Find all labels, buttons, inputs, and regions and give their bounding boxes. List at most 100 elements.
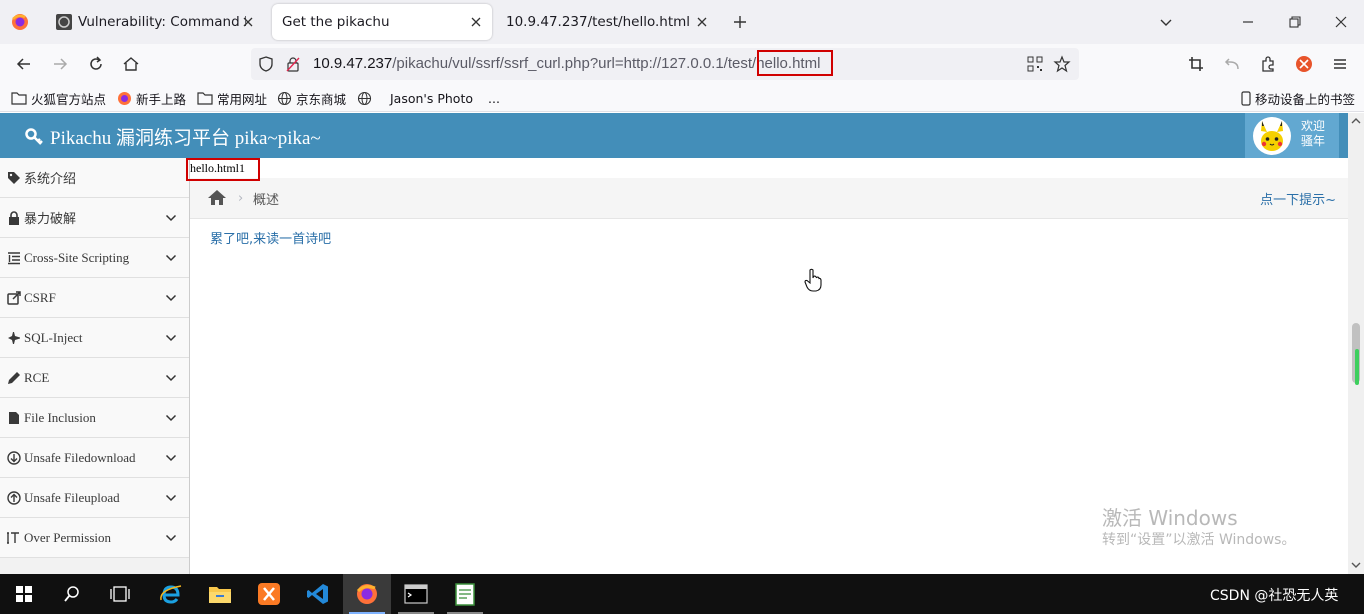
notepad-icon[interactable]: [441, 574, 489, 614]
globe-icon: [357, 91, 372, 106]
forward-button[interactable]: [48, 52, 72, 76]
url-bar[interactable]: 10.9.47.237/pikachu/vul/ssrf/ssrf_curl.p…: [251, 48, 1079, 80]
close-icon[interactable]: [240, 14, 256, 30]
insecure-lock-icon[interactable]: [285, 56, 301, 72]
sidebar-item-label: File Inclusion: [24, 409, 96, 425]
bookmark-jd[interactable]: 京东商城: [277, 89, 346, 107]
breadcrumb-current: 概述: [253, 193, 280, 208]
ie-icon[interactable]: [147, 574, 195, 614]
chevron-down-icon[interactable]: [165, 372, 177, 384]
chevron-down-icon[interactable]: [165, 252, 177, 264]
search-icon[interactable]: [48, 574, 96, 614]
tab-title: 10.9.47.237/test/hello.html: [506, 14, 691, 30]
welcome-line-2: 骚年: [1301, 134, 1326, 148]
restore-button[interactable]: [1287, 14, 1303, 30]
undo-arrow-icon[interactable]: [1220, 52, 1244, 76]
bookmark-star-icon[interactable]: [1053, 55, 1071, 73]
chevron-down-icon[interactable]: [165, 412, 177, 424]
screenshot-crop-icon[interactable]: [1184, 52, 1208, 76]
sidebar-item[interactable]: File Inclusion: [0, 398, 189, 438]
home-button[interactable]: [119, 52, 143, 76]
file-explorer-icon[interactable]: [196, 574, 244, 614]
sidebar-item[interactable]: Cross-Site Scripting: [0, 238, 189, 278]
bookmarks-toolbar: 火狐官方站点 新手上路 常用网址 京东商城 Jason's Photo ... …: [0, 84, 1364, 112]
chevron-down-icon[interactable]: [165, 332, 177, 344]
user-menu[interactable]: 欢迎 骚年: [1245, 113, 1339, 158]
hamburger-menu-icon[interactable]: [1328, 52, 1352, 76]
sidebar-item[interactable]: Unsafe Filedownload: [0, 438, 189, 478]
hint-link[interactable]: 点一下提示~: [1260, 189, 1336, 208]
site-title[interactable]: Pikachu 漏洞练习平台 pika~pika~: [24, 123, 321, 150]
reload-button[interactable]: [84, 52, 108, 76]
folder-icon: [197, 91, 213, 105]
bookmark-mobile[interactable]: 移动设备上的书签: [1241, 89, 1355, 107]
breadcrumb: › 概述 点一下提示~: [190, 178, 1348, 219]
sidebar-item[interactable]: 系统介绍: [0, 158, 189, 198]
file-icon: [7, 411, 21, 425]
windows-taskbar: CSDN @社恐无人英: [0, 574, 1364, 614]
tab-pikachu[interactable]: Get the pikachu: [272, 4, 492, 40]
bookmark-jasons-photo[interactable]: Jason's Photo: [357, 89, 473, 107]
bookmark-label: ...: [488, 90, 500, 106]
tab-dvwa[interactable]: Vulnerability: Command Inje: [46, 4, 264, 40]
sidebar-item[interactable]: Over Permission: [0, 518, 189, 558]
poem-link[interactable]: 累了吧,来读一首诗吧: [210, 228, 331, 247]
extensions-icon[interactable]: [1256, 52, 1280, 76]
green-progress-indicator: [1355, 349, 1359, 385]
text-height-icon: [7, 531, 21, 545]
start-icon[interactable]: [0, 574, 48, 614]
list-icon: [7, 251, 21, 265]
terminal-icon[interactable]: [392, 574, 440, 614]
sidebar-item[interactable]: CSRF: [0, 278, 189, 318]
chevron-down-icon[interactable]: [165, 212, 177, 224]
sidebar-item[interactable]: RCE: [0, 358, 189, 398]
bookmark-label: 京东商城: [296, 91, 347, 107]
chevron-down-icon[interactable]: [165, 532, 177, 544]
sidebar-item[interactable]: SQL-Inject: [0, 318, 189, 358]
bookmark-overflow[interactable]: ...: [488, 89, 500, 107]
close-icon[interactable]: [468, 14, 484, 30]
firefox-menu-icon[interactable]: [10, 12, 30, 32]
folder-icon: [11, 91, 27, 105]
shield-icon[interactable]: [258, 56, 274, 72]
activate-windows-title: 激活 Windows: [1102, 506, 1238, 530]
sidebar-item[interactable]: 暴力破解: [0, 198, 189, 238]
bookmark-folder-common[interactable]: 常用网址: [197, 89, 267, 107]
window-close-button[interactable]: [1333, 14, 1349, 30]
bookmark-getting-started[interactable]: 新手上路: [117, 89, 186, 107]
welcome-text: 欢迎 骚年: [1301, 119, 1325, 149]
task-view-icon[interactable]: [96, 574, 144, 614]
back-button[interactable]: [12, 52, 36, 76]
new-tab-button[interactable]: [730, 12, 750, 32]
sidebar-item[interactable]: Unsafe Fileupload: [0, 478, 189, 518]
annotation-highlight-box: [757, 50, 833, 76]
chevron-down-icon[interactable]: [165, 492, 177, 504]
url-text[interactable]: 10.9.47.237/pikachu/vul/ssrf/ssrf_curl.p…: [313, 55, 820, 72]
navigation-toolbar: 10.9.47.237/pikachu/vul/ssrf/ssrf_curl.p…: [0, 44, 1364, 84]
firefox-icon: [117, 91, 132, 106]
minimize-button[interactable]: [1240, 14, 1256, 30]
addon-badge-icon[interactable]: [1292, 52, 1316, 76]
bookmark-label: 常用网址: [217, 91, 268, 107]
firefox-icon[interactable]: [343, 574, 391, 614]
tab-hello[interactable]: 10.9.47.237/test/hello.html: [496, 4, 718, 40]
sidebar-item-label: Unsafe Filedownload: [24, 449, 136, 465]
sidebar-item-label: Unsafe Fileupload: [24, 489, 120, 505]
url-path: /pikachu/vul/ssrf/ssrf_curl.php?url=http…: [392, 55, 757, 72]
chevron-down-icon[interactable]: [165, 292, 177, 304]
vscode-icon[interactable]: [294, 574, 342, 614]
xampp-icon[interactable]: [245, 574, 293, 614]
pencil-icon: [7, 371, 21, 385]
scroll-up-icon[interactable]: [1351, 116, 1361, 126]
list-all-tabs-chevron-down-icon[interactable]: [1158, 14, 1174, 30]
home-icon[interactable]: [207, 189, 227, 206]
tab-title: Get the pikachu: [282, 14, 390, 30]
page-scrollbar[interactable]: [1348, 113, 1364, 574]
annotation-highlight-box: [186, 158, 260, 181]
chevron-down-icon[interactable]: [165, 452, 177, 464]
dvwa-favicon-icon: [56, 14, 72, 30]
qr-code-icon[interactable]: [1027, 56, 1043, 72]
bookmark-folder-firefox[interactable]: 火狐官方站点: [11, 89, 106, 107]
close-icon[interactable]: [694, 14, 710, 30]
scroll-down-icon[interactable]: [1351, 560, 1361, 570]
